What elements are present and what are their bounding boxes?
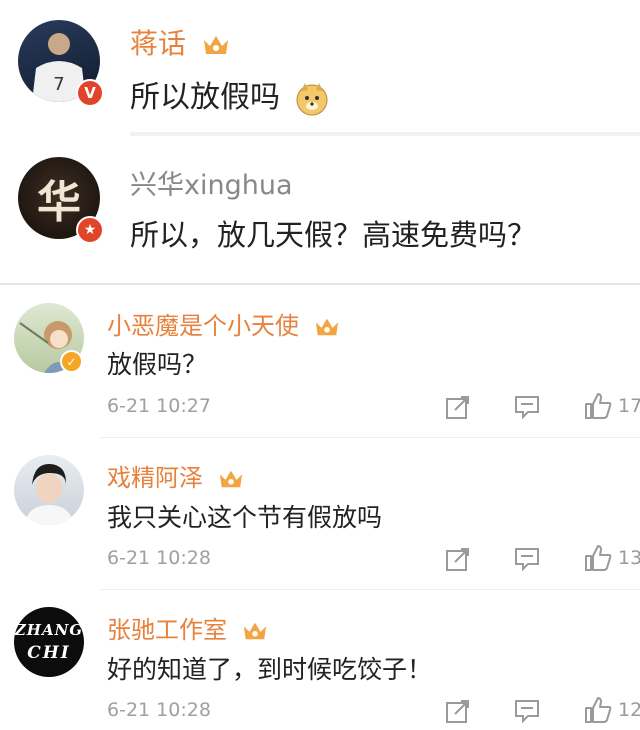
like-count: 13	[618, 547, 640, 569]
verified-badge-icon: V	[76, 79, 104, 107]
share-button[interactable]	[445, 546, 471, 572]
thumbs-up-icon	[585, 697, 612, 723]
share-icon	[446, 700, 469, 723]
comment-time: 6-21 10:27	[107, 395, 211, 417]
comment-time: 6-21 10:28	[107, 547, 211, 569]
like-button[interactable]: 13	[584, 544, 640, 572]
doge-emoji-icon	[296, 82, 328, 115]
thumbs-up-icon	[585, 545, 612, 571]
person-photo-icon	[24, 463, 74, 525]
like-button[interactable]: 17	[584, 392, 640, 420]
logo-text: ZHANG	[14, 621, 84, 639]
thumbs-up-icon	[585, 393, 612, 419]
comment-username[interactable]: 戏精阿泽	[107, 458, 245, 493]
like-button[interactable]: 12	[584, 696, 640, 724]
comment-text: 我只关心这个节有假放吗	[107, 503, 383, 532]
comment-username[interactable]: 兴华xinghua	[130, 163, 293, 202]
verified-badge-icon: ★	[76, 216, 104, 244]
comment-text: 放假吗？	[107, 350, 208, 379]
comment-button[interactable]	[514, 395, 540, 419]
like-count: 17	[618, 395, 640, 417]
comment-icon	[515, 700, 539, 723]
comment-time: 6-21 10:28	[107, 699, 211, 721]
vip-crown-icon	[203, 36, 228, 54]
avatar[interactable]: ZHANG CHI	[14, 607, 84, 677]
comment-text: 好的知道了，到时候吃饺子！	[107, 655, 433, 684]
comment-username[interactable]: 小恶魔是个小天使	[107, 306, 341, 341]
like-count: 12	[618, 699, 640, 721]
svg-text:7: 7	[53, 74, 64, 95]
divider	[100, 589, 640, 590]
share-button[interactable]	[445, 698, 471, 724]
share-button[interactable]	[445, 394, 471, 420]
divider	[100, 437, 640, 438]
comment-text: 所以，放几天假？高速免费吗？	[130, 218, 537, 252]
comment-icon	[515, 548, 539, 571]
logo-text: CHI	[27, 643, 71, 663]
divider	[0, 283, 640, 285]
comment-icon	[515, 396, 539, 419]
vip-crown-icon	[243, 622, 266, 640]
comment-username[interactable]: 蒋话	[130, 22, 231, 62]
verified-badge-icon: ✓	[60, 350, 83, 373]
vip-crown-icon	[315, 318, 338, 336]
comment-button[interactable]	[514, 547, 540, 571]
share-icon	[446, 548, 469, 571]
comment-text: 所以放假吗	[130, 72, 330, 117]
share-icon	[446, 396, 469, 419]
comment-username[interactable]: 张驰工作室	[107, 610, 269, 645]
divider	[130, 132, 640, 136]
avatar[interactable]	[14, 455, 84, 525]
vip-crown-icon	[219, 470, 242, 488]
comment-button[interactable]	[514, 699, 540, 723]
